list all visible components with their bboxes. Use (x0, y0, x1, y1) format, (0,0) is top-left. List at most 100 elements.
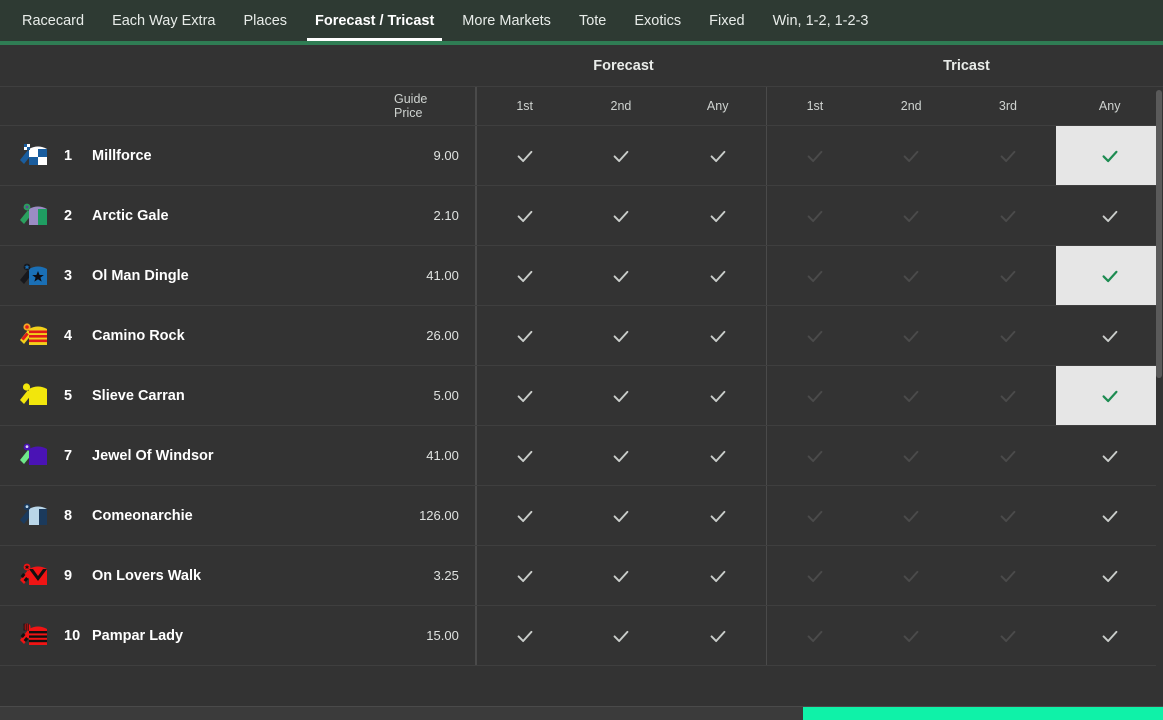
forecast-1st-cell[interactable] (476, 366, 573, 425)
forecast-2nd-cell[interactable] (573, 426, 670, 485)
runner-number: 8 (64, 508, 88, 524)
silk-3-icon (16, 261, 50, 291)
tricast-2nd-cell (863, 486, 960, 545)
nav-tab-more-markets[interactable]: More Markets (448, 0, 565, 41)
tricast-3rd-cell (960, 366, 1057, 425)
forecast-any-cell[interactable] (669, 546, 766, 605)
guide-price-value: 41.00 (426, 268, 459, 283)
check-icon (514, 325, 536, 347)
tricast-2nd-cell (863, 606, 960, 665)
forecast-1st-cell[interactable] (476, 426, 573, 485)
table-row: 5Slieve Carran5.00 (0, 366, 1163, 426)
guide-price-value: 3.25 (434, 568, 459, 583)
group-header-spacer (0, 45, 477, 86)
column-header-tricast-any: Any (1056, 87, 1163, 125)
forecast-2nd-cell[interactable] (573, 306, 670, 365)
forecast-2nd-cell[interactable] (573, 246, 670, 305)
forecast-2nd-cell[interactable] (573, 546, 670, 605)
nav-tab-fixed[interactable]: Fixed (695, 0, 758, 41)
tricast-2nd-cell (863, 546, 960, 605)
runner-cell: 9On Lovers Walk (0, 546, 394, 605)
forecast-any-cell[interactable] (669, 126, 766, 185)
tricast-3rd-cell (960, 546, 1057, 605)
tricast-any-cell[interactable] (1056, 546, 1163, 605)
check-icon (804, 445, 826, 467)
forecast-2nd-cell[interactable] (573, 366, 670, 425)
forecast-1st-cell[interactable] (476, 486, 573, 545)
tricast-any-cell[interactable] (1056, 126, 1163, 185)
forecast-1st-cell[interactable] (476, 606, 573, 665)
forecast-2nd-cell[interactable] (573, 606, 670, 665)
check-icon (900, 325, 922, 347)
add-to-bet-slip-button[interactable]: Add to Bet Slip (803, 707, 1163, 720)
check-icon (514, 205, 536, 227)
runner-cell: 10Pampar Lady (0, 606, 394, 665)
check-icon (1099, 145, 1121, 167)
nav-tab-exotics[interactable]: Exotics (620, 0, 695, 41)
check-icon (997, 325, 1019, 347)
silk-7-icon (16, 441, 50, 471)
forecast-any-cell[interactable] (669, 426, 766, 485)
nav-tab-racecard[interactable]: Racecard (8, 0, 98, 41)
silk-10-icon (16, 621, 50, 651)
runner-number: 10 (64, 628, 88, 644)
check-icon (610, 565, 632, 587)
forecast-any-cell[interactable] (669, 306, 766, 365)
nav-tab-forecast-tricast[interactable]: Forecast / Tricast (301, 0, 448, 41)
check-icon (804, 385, 826, 407)
forecast-2nd-cell[interactable] (573, 126, 670, 185)
check-icon (997, 145, 1019, 167)
nav-tab-places[interactable]: Places (229, 0, 301, 41)
tricast-any-cell[interactable] (1056, 606, 1163, 665)
tricast-any-cell[interactable] (1056, 426, 1163, 485)
forecast-any-cell[interactable] (669, 246, 766, 305)
tricast-any-cell[interactable] (1056, 186, 1163, 245)
column-header-forecast-1st: 1st (476, 87, 573, 125)
forecast-any-cell[interactable] (669, 486, 766, 545)
check-icon (610, 265, 632, 287)
vertical-scrollbar-thumb[interactable] (1156, 90, 1162, 378)
forecast-1st-cell[interactable] (476, 546, 573, 605)
tricast-2nd-cell (863, 246, 960, 305)
tricast-any-cell[interactable] (1056, 246, 1163, 305)
column-header-row: Guide Price 1st 2nd Any 1st 2nd 3rd Any (0, 86, 1163, 126)
nav-tab-each-way-extra[interactable]: Each Way Extra (98, 0, 229, 41)
guide-price-cell: 9.00 (394, 126, 476, 185)
forecast-2nd-cell[interactable] (573, 186, 670, 245)
tricast-any-cell[interactable] (1056, 366, 1163, 425)
nav-tab-tote[interactable]: Tote (565, 0, 620, 41)
tricast-1st-cell (766, 366, 863, 425)
forecast-1st-cell[interactable] (476, 306, 573, 365)
silk-8-icon (16, 501, 50, 531)
nav-tab-win-1-2-1-2-3[interactable]: Win, 1-2, 1-2-3 (759, 0, 883, 41)
forecast-2nd-cell[interactable] (573, 486, 670, 545)
forecast-tricast-sheet: Forecast Tricast Guide Price 1st 2nd Any… (0, 45, 1163, 665)
guide-price-value: 126.00 (419, 508, 459, 523)
group-header-tricast: Tricast (770, 45, 1163, 86)
forecast-1st-cell[interactable] (476, 186, 573, 245)
check-icon (707, 505, 729, 527)
tricast-1st-cell (766, 486, 863, 545)
check-icon (707, 265, 729, 287)
guide-price-value: 41.00 (426, 448, 459, 463)
check-icon (997, 265, 1019, 287)
check-icon (997, 205, 1019, 227)
runner-name: On Lovers Walk (92, 568, 201, 584)
table-row: 7Jewel Of Windsor41.00 (0, 426, 1163, 486)
check-icon (707, 625, 729, 647)
tricast-any-cell[interactable] (1056, 486, 1163, 545)
forecast-1st-cell[interactable] (476, 246, 573, 305)
forecast-1st-cell[interactable] (476, 126, 573, 185)
check-icon (514, 625, 536, 647)
check-icon (610, 205, 632, 227)
runner-number: 7 (64, 448, 88, 464)
forecast-any-cell[interactable] (669, 366, 766, 425)
guide-price-cell: 41.00 (394, 246, 476, 305)
check-icon (804, 625, 826, 647)
check-icon (1099, 505, 1121, 527)
tricast-any-cell[interactable] (1056, 306, 1163, 365)
forecast-any-cell[interactable] (669, 606, 766, 665)
forecast-any-cell[interactable] (669, 186, 766, 245)
check-icon (514, 145, 536, 167)
check-icon (997, 625, 1019, 647)
